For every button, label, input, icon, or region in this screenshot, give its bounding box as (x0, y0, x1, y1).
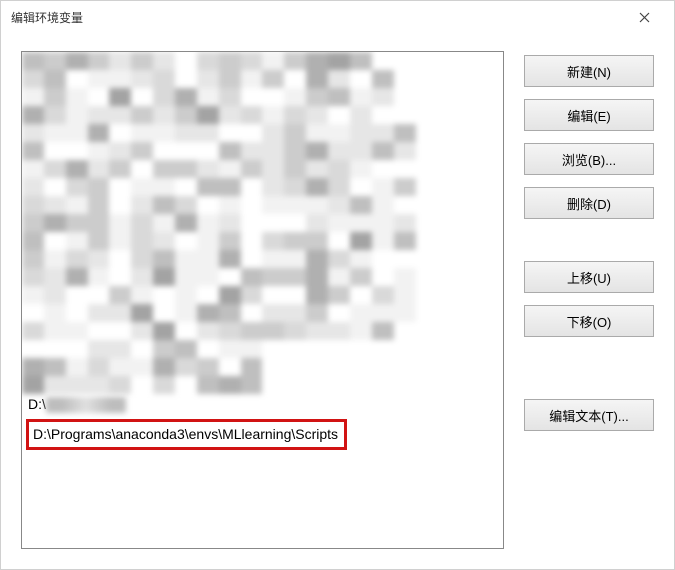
obscured-rows (22, 52, 503, 397)
partial-row-prefix: D:\ (28, 396, 46, 412)
spacer (524, 349, 654, 387)
content-area: D:\ D:\Programs\anaconda3\envs\MLlearnin… (1, 33, 674, 569)
titlebar: 编辑环境变量 (1, 1, 674, 33)
obscured-text (46, 397, 126, 413)
edit-button[interactable]: 编辑(E) (524, 99, 654, 131)
highlighted-path-text: D:\Programs\anaconda3\envs\MLlearning\Sc… (33, 426, 338, 442)
highlighted-path-row[interactable]: D:\Programs\anaconda3\envs\MLlearning\Sc… (26, 419, 347, 450)
edit-text-button[interactable]: 编辑文本(T)... (524, 399, 654, 431)
close-icon[interactable] (624, 3, 664, 31)
browse-button[interactable]: 浏览(B)... (524, 143, 654, 175)
path-listbox[interactable]: D:\ D:\Programs\anaconda3\envs\MLlearnin… (21, 51, 504, 549)
delete-button[interactable]: 删除(D) (524, 187, 654, 219)
env-var-dialog: 编辑环境变量 D:\ D:\Programs\anaconda3\envs\ML… (0, 0, 675, 570)
spacer (524, 231, 654, 249)
new-button[interactable]: 新建(N) (524, 55, 654, 87)
window-title: 编辑环境变量 (11, 9, 624, 26)
move-up-button[interactable]: 上移(U) (524, 261, 654, 293)
move-down-button[interactable]: 下移(O) (524, 305, 654, 337)
button-column: 新建(N) 编辑(E) 浏览(B)... 删除(D) 上移(U) 下移(O) 编… (524, 51, 654, 549)
partial-row: D:\ (28, 396, 126, 413)
